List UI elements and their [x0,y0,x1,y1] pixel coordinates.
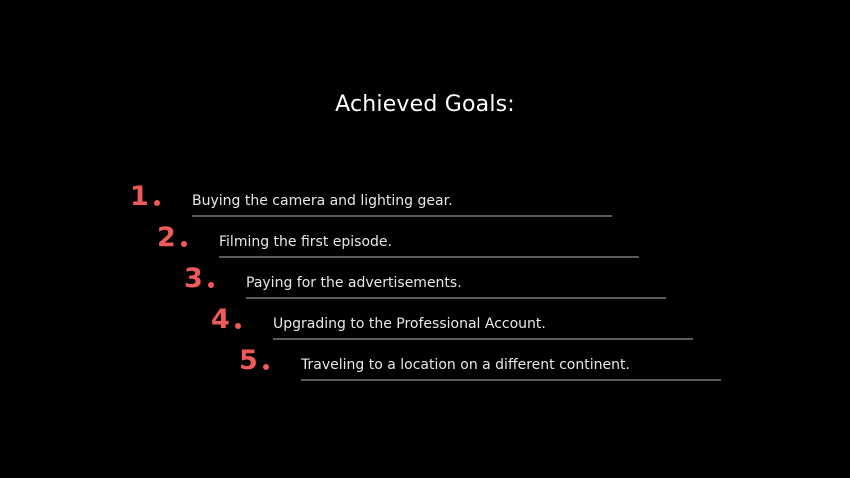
underline-divider [273,338,693,340]
underline-divider [219,256,639,258]
goal-number: 2 [157,222,176,253]
slide: Achieved Goals: 1 Buying the camera and … [0,0,850,478]
goal-text: Filming the first episode. [219,234,392,250]
underline-divider [301,379,721,381]
goal-number: 1 [130,181,149,212]
slide-title: Achieved Goals: [335,92,515,117]
goal-number: 3 [184,263,203,294]
goal-text: Upgrading to the Professional Account. [273,316,546,332]
bullet-dot-icon [263,364,269,370]
goal-text: Paying for the advertisements. [246,275,462,291]
goal-number: 5 [239,345,258,376]
bullet-dot-icon [235,323,241,329]
underline-divider [246,297,666,299]
goal-text: Traveling to a location on a different c… [301,357,630,373]
bullet-dot-icon [154,200,160,206]
goal-text: Buying the camera and lighting gear. [192,193,453,209]
bullet-dot-icon [208,282,214,288]
underline-divider [192,215,612,217]
bullet-dot-icon [181,241,187,247]
goal-number: 4 [211,304,230,335]
